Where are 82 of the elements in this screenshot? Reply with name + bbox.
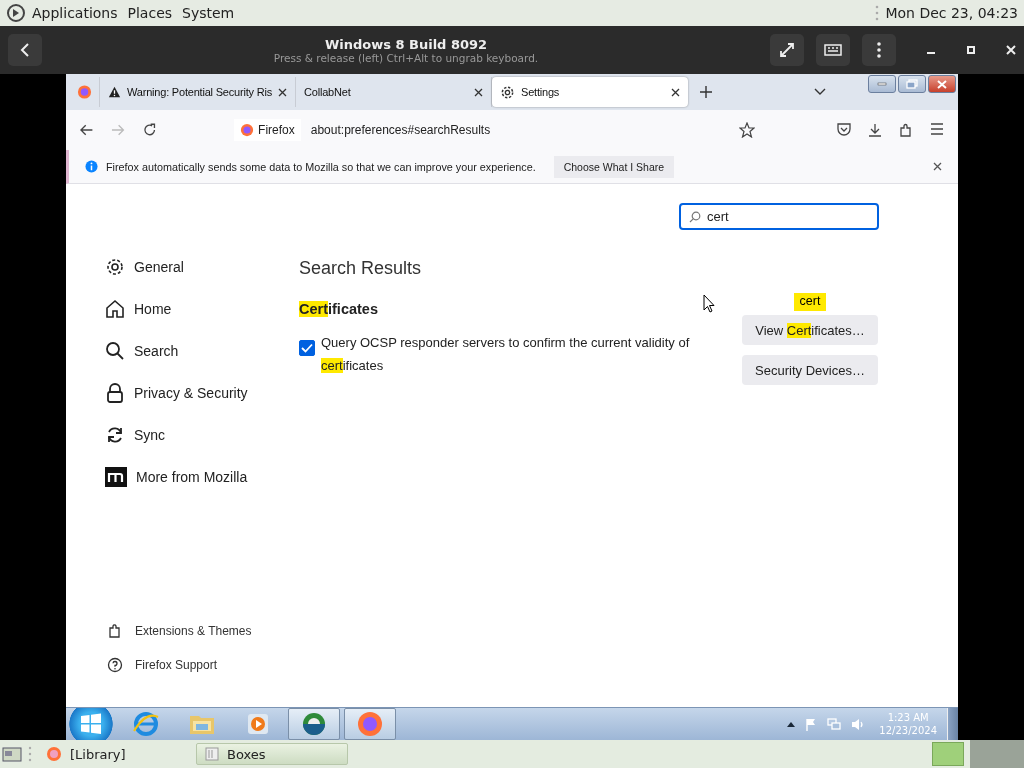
lock-icon — [105, 383, 125, 403]
expand-icon — [779, 42, 795, 58]
search-match-tooltip: cert — [793, 293, 827, 311]
gear-icon — [105, 257, 125, 277]
top-menu[interactable]: System — [182, 5, 235, 21]
url-field[interactable]: about:preferences#searchResults — [310, 123, 729, 137]
taskbar-date: 12/23/2024 — [879, 724, 937, 737]
sidebar-item[interactable]: Privacy & Security — [105, 382, 299, 404]
start-button[interactable] — [66, 708, 116, 740]
checkbox[interactable] — [299, 340, 315, 356]
window-subtitle: Press & release (left) Ctrl+Alt to ungrab keyboard. — [273, 51, 539, 64]
reload-icon[interactable] — [142, 123, 157, 137]
taskbar-app[interactable] — [288, 708, 340, 740]
page-heading: Search Results — [299, 258, 423, 279]
notification-text: Firefox automatically sends some data to Mozilla so that we can improve your experience. — [106, 160, 536, 173]
info-icon — [85, 160, 98, 173]
handle-icon — [28, 745, 32, 763]
search-icon — [105, 341, 125, 361]
restore-icon[interactable] — [898, 75, 926, 93]
back-icon — [20, 43, 30, 57]
windows-logo-icon — [79, 712, 103, 736]
back-icon[interactable] — [80, 124, 94, 136]
sidebar-item[interactable]: General — [105, 256, 299, 278]
keyboard-icon — [824, 44, 842, 56]
puzzle-icon — [107, 623, 123, 639]
search-field[interactable]: cert — [679, 203, 879, 230]
sidebar-link[interactable]: Firefox Support — [107, 657, 299, 673]
browser-tab[interactable]: Warning: Potential Security Ris — [100, 77, 296, 107]
mozilla-logo-icon — [105, 467, 127, 487]
sidebar-item[interactable]: More from Mozilla — [105, 466, 299, 488]
close-tab-icon[interactable] — [671, 87, 680, 97]
menu-icon[interactable] — [930, 123, 944, 135]
top-menu[interactable]: Places — [127, 5, 173, 21]
browser-tab[interactable]: Settings — [492, 77, 688, 107]
sidebar-link[interactable]: Extensions & Themes — [107, 623, 299, 639]
firefox-logo-icon — [355, 709, 385, 739]
window-list-item[interactable]: [Library] — [38, 743, 190, 765]
sync-icon — [105, 425, 125, 445]
search-icon — [689, 210, 701, 223]
close-tab-icon[interactable] — [278, 87, 287, 97]
browser-e-icon — [131, 709, 161, 739]
section-title: Certificates — [299, 301, 379, 317]
sidebar-item[interactable]: Home — [105, 298, 299, 320]
close-tab-icon[interactable] — [474, 87, 483, 97]
back-button[interactable] — [8, 34, 42, 66]
choose-what-i-share-button[interactable]: Choose What I Share — [553, 155, 675, 178]
settings-button[interactable]: Security Devices… — [742, 355, 878, 385]
fullscreen-button[interactable] — [770, 34, 804, 66]
help-icon — [107, 657, 123, 673]
puzzle-icon[interactable] — [899, 123, 913, 137]
home-icon — [105, 299, 125, 319]
keyboard-button[interactable] — [816, 34, 850, 66]
kebab-menu-icon — [877, 42, 881, 58]
firefox-logo-icon — [240, 123, 255, 137]
top-menu[interactable]: Applications — [32, 5, 118, 21]
firefox-logo-icon — [46, 746, 62, 762]
taskbar-time: 1:23 AM — [887, 711, 929, 724]
tab-list-icon[interactable] — [814, 88, 826, 96]
sidebar-item[interactable]: Search — [105, 340, 299, 362]
tray-arrow-icon[interactable] — [787, 721, 796, 727]
window-title: Windows 8 Build 8092 — [324, 36, 488, 52]
new-tab-icon[interactable] — [700, 86, 712, 98]
maximize-icon[interactable] — [966, 45, 976, 55]
mouse-pointer-icon — [703, 294, 715, 313]
window-list-item[interactable]: Boxes — [196, 743, 348, 765]
sidebar-item[interactable]: Sync — [105, 424, 299, 446]
workspace-icon[interactable] — [2, 746, 22, 762]
menu-button[interactable] — [862, 34, 896, 66]
handle-icon — [875, 4, 880, 22]
star-icon[interactable] — [739, 122, 755, 138]
identity-badge[interactable]: Firefox — [234, 119, 301, 141]
close-icon[interactable] — [933, 162, 942, 171]
gear-icon — [500, 84, 515, 100]
download-icon[interactable] — [868, 123, 882, 137]
show-desktop-button[interactable] — [947, 708, 958, 740]
warning-icon — [108, 85, 121, 99]
taskbar-app[interactable] — [344, 708, 396, 740]
pocket-icon[interactable] — [837, 123, 851, 136]
window-icon — [205, 747, 219, 761]
distro-logo-icon[interactable] — [6, 3, 26, 23]
firefox-logo-icon — [77, 84, 92, 100]
clock: Mon Dec 23, 04:23 — [885, 5, 1018, 21]
